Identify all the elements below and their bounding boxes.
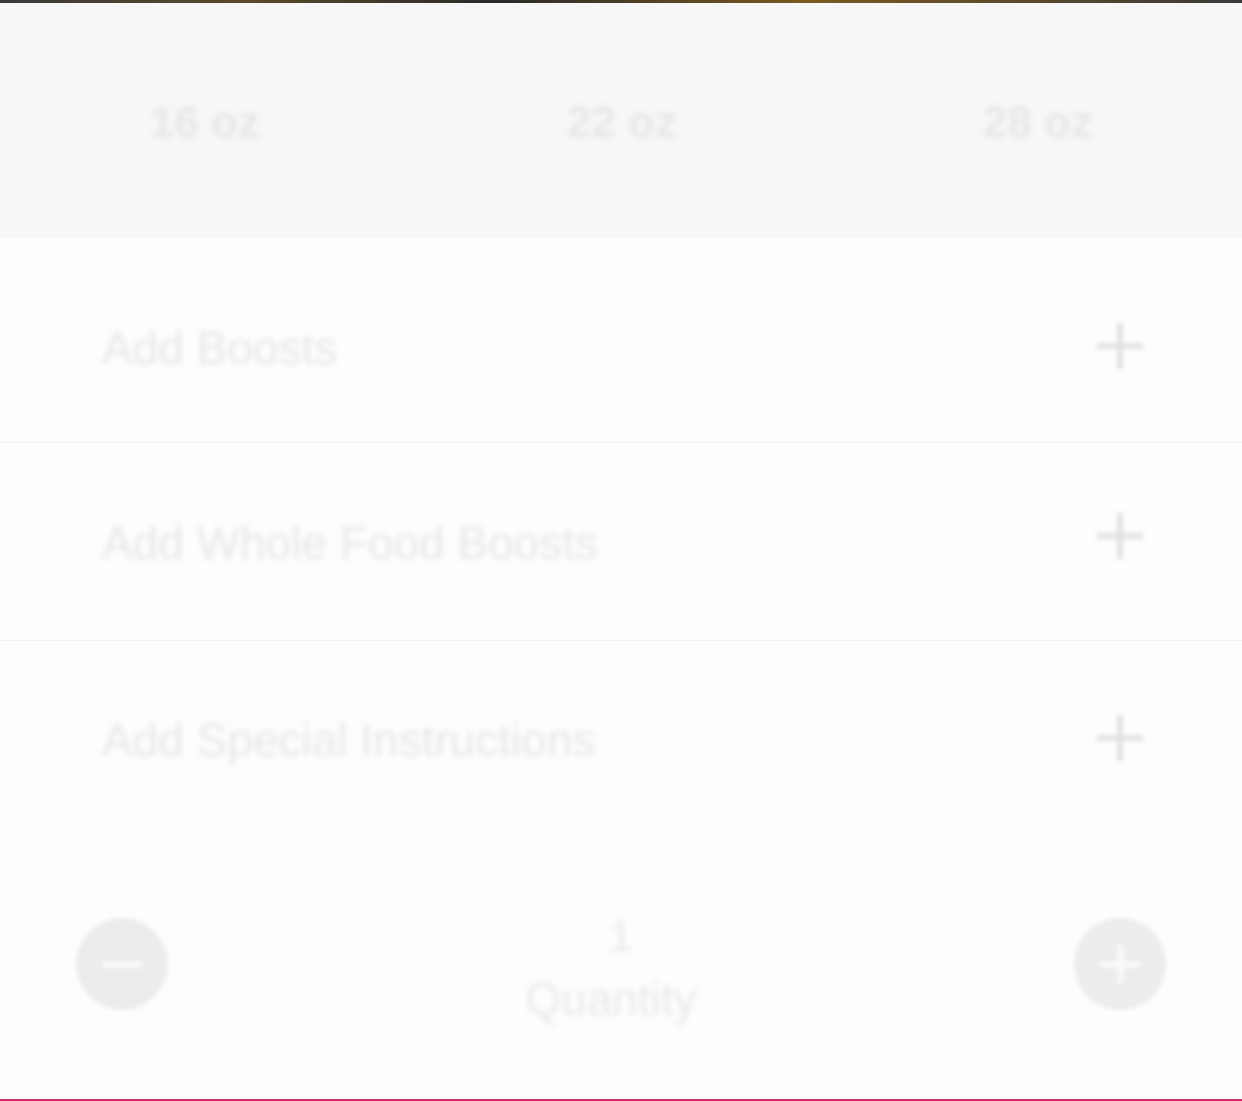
add-boosts-row[interactable]: Add Boosts [0,245,1242,443]
add-special-instructions-row[interactable]: Add Special Instructions [0,641,1242,838]
plus-icon[interactable] [1097,715,1143,761]
add-special-instructions-label: Add Special Instructions [102,714,596,766]
minus-icon [102,961,142,968]
quantity-label: Quantity [525,973,697,1025]
add-boosts-label: Add Boosts [102,322,338,374]
size-option-28oz[interactable]: 28 oz [888,98,1188,148]
size-selector: 16 oz 22 oz 28 oz [0,3,1242,238]
quantity-value: 1 [608,912,634,961]
add-whole-food-boosts-row[interactable]: Add Whole Food Boosts [0,443,1242,641]
add-whole-food-boosts-label: Add Whole Food Boosts [102,517,599,569]
size-option-22oz[interactable]: 22 oz [472,98,772,148]
increase-quantity-button[interactable] [1074,918,1166,1010]
plus-icon[interactable] [1097,323,1143,369]
size-option-16oz[interactable]: 16 oz [55,98,355,148]
plus-icon[interactable] [1097,513,1143,559]
decrease-quantity-button[interactable] [76,918,168,1010]
plus-icon-vertical [1117,944,1124,984]
